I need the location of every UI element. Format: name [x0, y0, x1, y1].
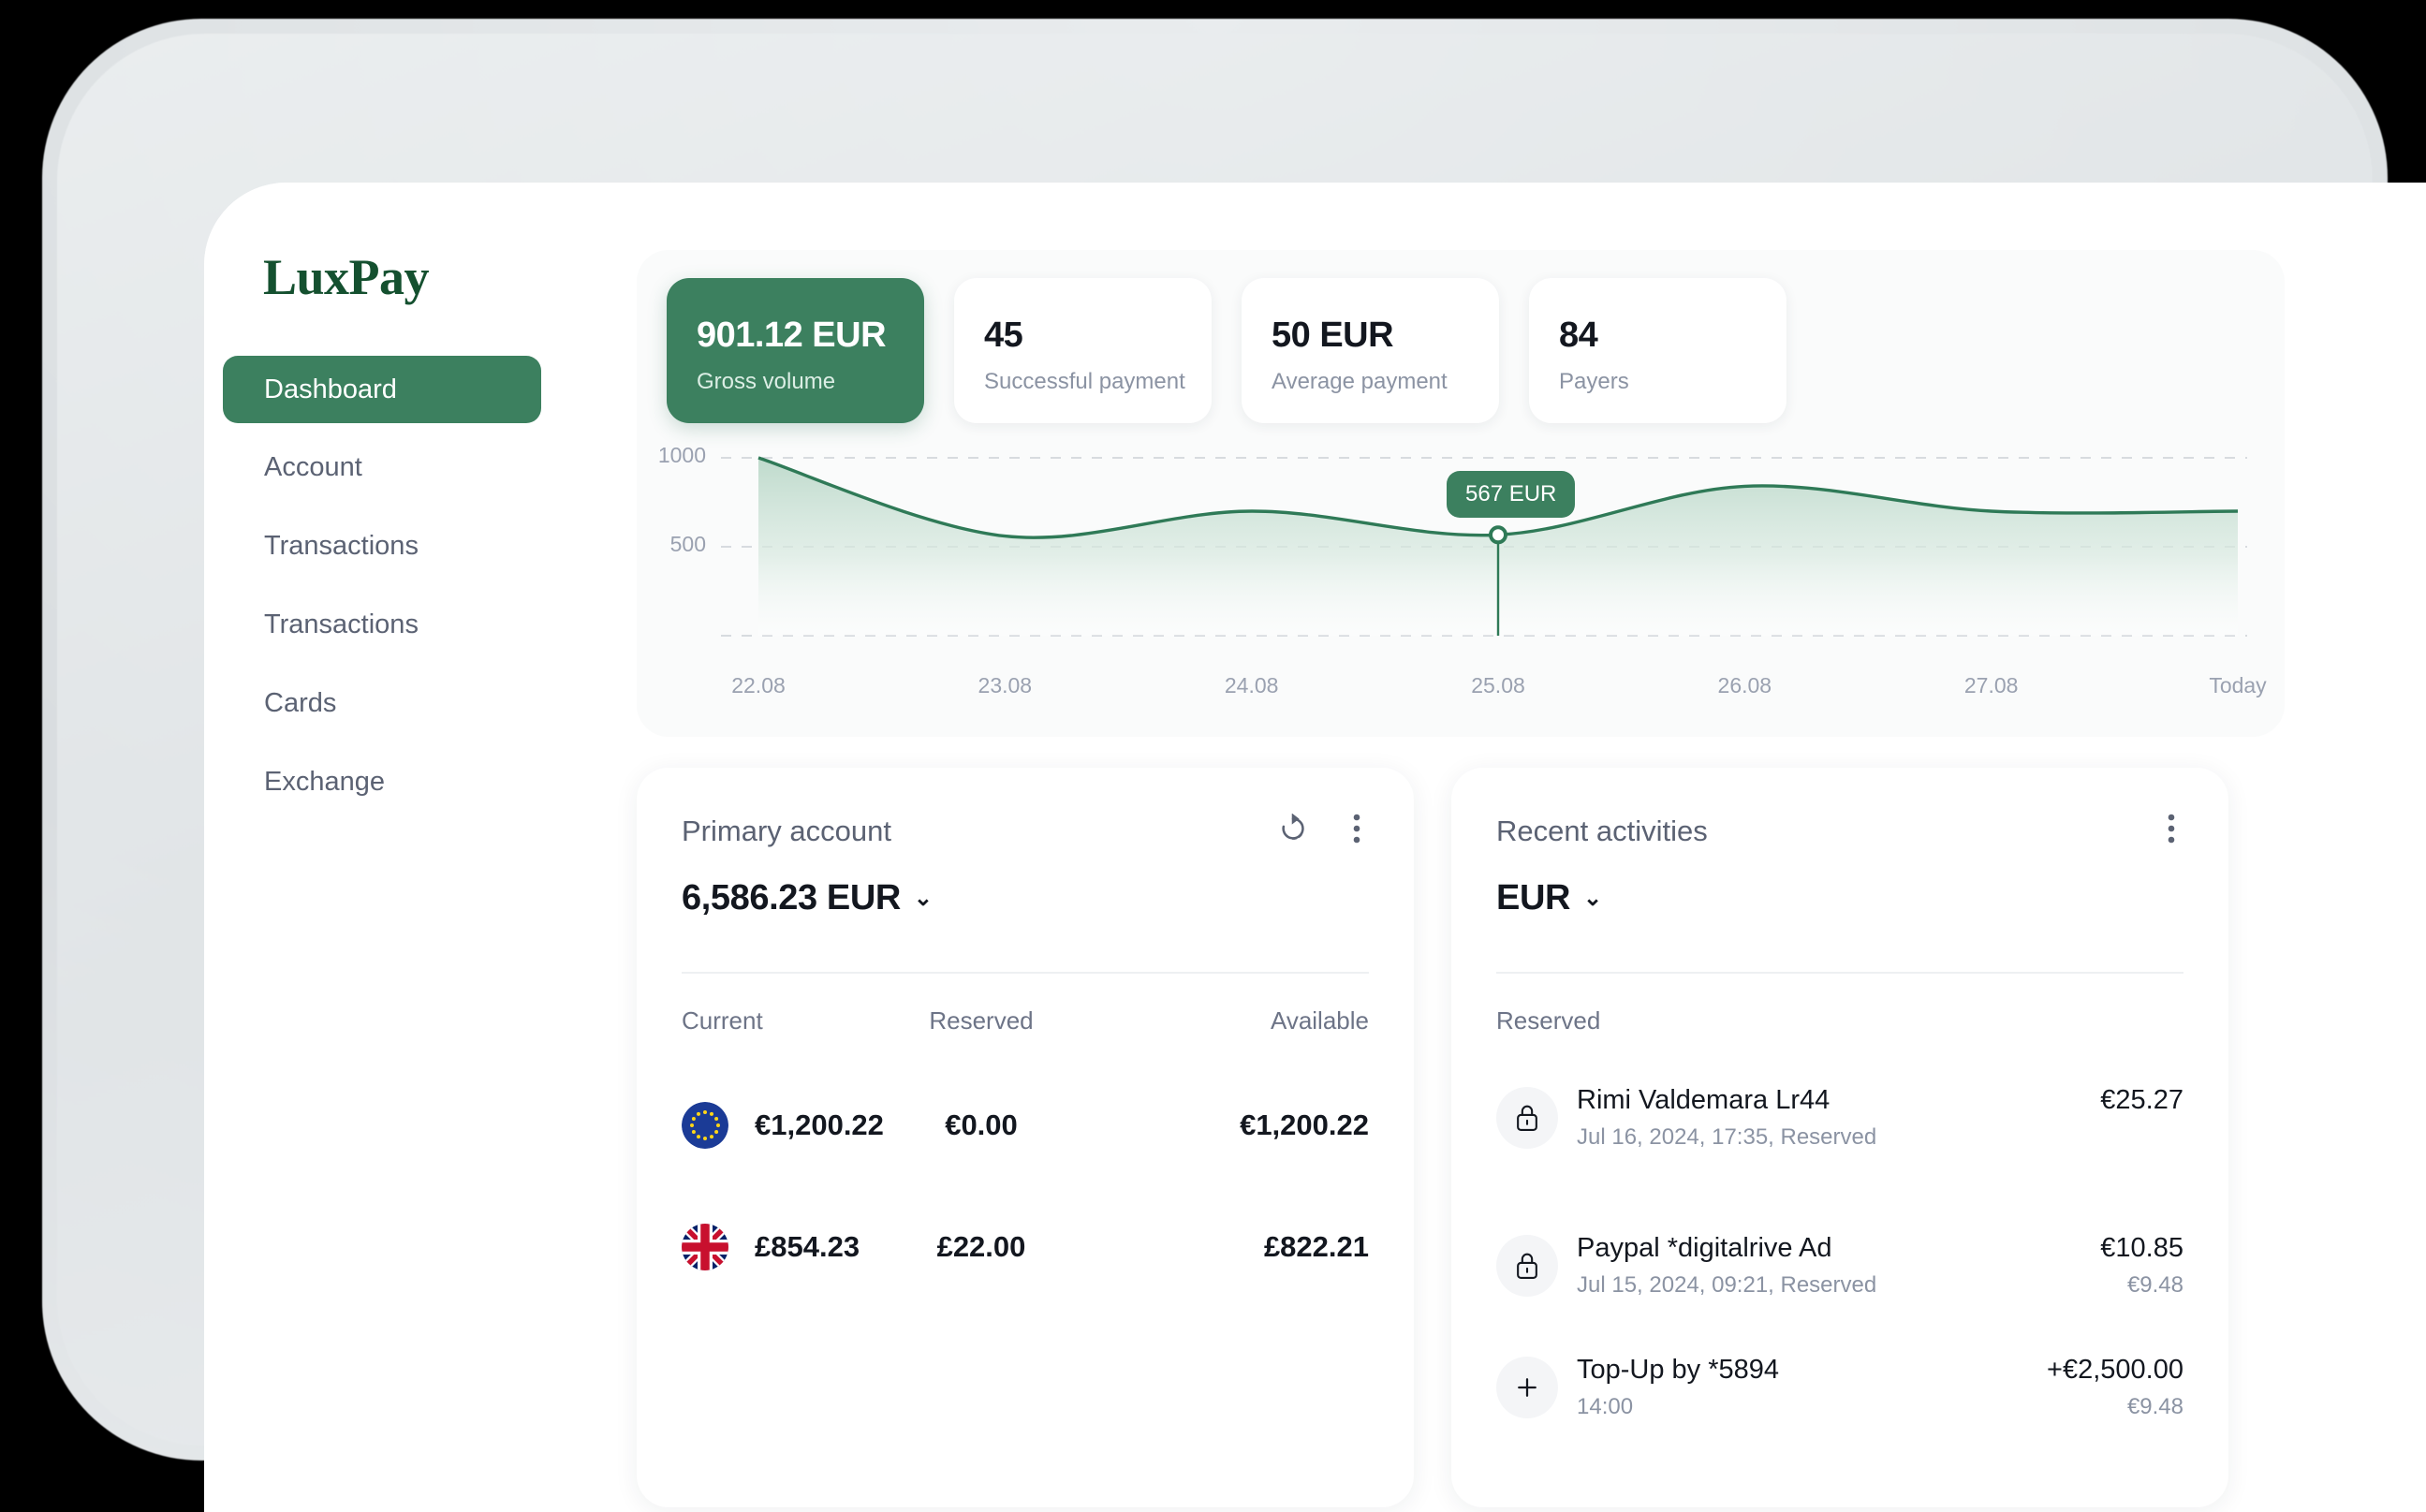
- sidebar-item-label: Cards: [264, 687, 337, 718]
- chart-x-tick: 26.08: [1717, 673, 1772, 697]
- chart-y-tick: 500: [669, 532, 706, 556]
- stat-value: 84: [1559, 316, 1598, 355]
- table-row[interactable]: £854.23 £22.00 £822.21: [682, 1217, 1369, 1277]
- activity-amount: €25.27: [2100, 1085, 2183, 1115]
- overview-panel: 901.12 EUR Gross volume 45 Successful pa…: [637, 250, 2285, 737]
- chart-tooltip: 567 EUR: [1447, 471, 1576, 519]
- stat-value: 901.12 EUR: [697, 316, 887, 355]
- chart-x-tick: 24.08: [1224, 673, 1279, 697]
- stat-card-average-payment[interactable]: 50 EUR Average payment: [1242, 278, 1499, 423]
- balance-current: £854.23: [755, 1230, 860, 1263]
- activity-title: Paypal *digitalrive Ad: [1577, 1233, 1832, 1263]
- stat-card-gross-volume[interactable]: 901.12 EUR Gross volume: [667, 278, 924, 423]
- divider: [1496, 972, 2183, 974]
- stat-value: 50 EUR: [1272, 316, 1394, 355]
- chart-x-tick: 27.08: [1963, 673, 2019, 697]
- sidebar-item-label: Account: [264, 451, 362, 482]
- card-actions: [1277, 813, 1373, 844]
- stat-label: Gross volume: [697, 369, 836, 394]
- sidebar: LuxPay Dashboard Account Transactions Tr…: [204, 183, 635, 1512]
- sidebar-item-label: Transactions: [264, 530, 419, 561]
- chart-x-tick: 25.08: [1471, 673, 1525, 697]
- sidebar-item-label: Dashboard: [264, 374, 397, 404]
- list-item[interactable]: Rimi Valdemara Lr44 Jul 16, 2024, 17:35,…: [1496, 1081, 2183, 1171]
- plus-icon: [1496, 1357, 1558, 1418]
- primary-account-balance-value: 6,586.23 EUR: [682, 878, 901, 917]
- activity-amount: +€2,500.00: [2047, 1355, 2183, 1385]
- list-item[interactable]: Paypal *digitalrive Ad Jul 15, 2024, 09:…: [1496, 1229, 2183, 1319]
- chart-y-tick: 1000: [657, 443, 706, 467]
- list-item[interactable]: Top-Up by *5894 14:00 +€2,500.00 €9.48: [1496, 1351, 2183, 1441]
- refresh-icon[interactable]: [1277, 813, 1309, 844]
- primary-account-balance[interactable]: 6,586.23 EUR ⌄: [682, 878, 933, 918]
- card-title: Primary account: [682, 815, 891, 847]
- app-surface: LuxPay Dashboard Account Transactions Tr…: [204, 183, 2426, 1512]
- chevron-down-icon: ⌄: [913, 885, 933, 911]
- activity-subtitle: 14:00: [1577, 1394, 1634, 1419]
- brand-logo: LuxPay: [263, 249, 430, 305]
- sidebar-item-exchange[interactable]: Exchange: [223, 748, 541, 815]
- sidebar-item-cards[interactable]: Cards: [223, 669, 541, 737]
- balance-available: £822.21: [1263, 1230, 1369, 1263]
- more-options-icon[interactable]: [1341, 813, 1373, 844]
- stat-card-successful-payment[interactable]: 45 Successful payment: [954, 278, 1212, 423]
- sidebar-item-label: Exchange: [264, 766, 385, 797]
- table-row[interactable]: €1,200.22 €0.00 €1,200.22: [682, 1095, 1369, 1155]
- gb-flag-icon: [682, 1224, 728, 1270]
- sidebar-item-transactions[interactable]: Transactions: [223, 512, 541, 580]
- column-header-current: Current: [682, 1006, 763, 1035]
- column-header-reserved: Reserved: [929, 1006, 1034, 1035]
- stat-label: Average payment: [1272, 369, 1448, 394]
- activity-subtitle: Jul 15, 2024, 09:21, Reserved: [1577, 1272, 1877, 1298]
- activities-currency-selector[interactable]: EUR ⌄: [1496, 878, 1602, 918]
- stat-cards: 901.12 EUR Gross volume 45 Successful pa…: [667, 278, 1786, 423]
- card-title: Recent activities: [1496, 815, 1708, 847]
- divider: [682, 972, 1369, 974]
- lock-icon: [1496, 1087, 1558, 1149]
- volume-area-chart[interactable]: 567 EUR 1000 500 22.08 23.08 24.08 25.08 26.08…: [637, 437, 2285, 727]
- chart-x-tick: 22.08: [731, 673, 786, 697]
- chart-x-tick: Today: [2209, 673, 2267, 697]
- sidebar-item-dashboard[interactable]: Dashboard: [223, 356, 541, 423]
- recent-activities-card: Recent activities EUR ⌄ Reserved Rimi Va…: [1451, 768, 2228, 1507]
- column-header-available: Available: [1270, 1006, 1369, 1035]
- lock-icon: [1496, 1235, 1558, 1297]
- balance-reserved: £22.00: [936, 1230, 1026, 1263]
- sidebar-item-transactions-2[interactable]: Transactions: [223, 591, 541, 658]
- chevron-down-icon: ⌄: [1583, 885, 1602, 911]
- activity-title: Rimi Valdemara Lr44: [1577, 1085, 1831, 1115]
- eu-flag-icon: [682, 1102, 728, 1149]
- activity-amount: €10.85: [2100, 1233, 2183, 1263]
- activity-title: Top-Up by *5894: [1577, 1355, 1780, 1385]
- activity-secondary-amount: €9.48: [2126, 1394, 2183, 1419]
- sidebar-item-account[interactable]: Account: [223, 433, 541, 501]
- chart-x-tick: 23.08: [978, 673, 1033, 697]
- activity-secondary-amount: €9.48: [2126, 1272, 2183, 1298]
- section-label-reserved: Reserved: [1496, 1006, 1601, 1035]
- stat-label: Successful payment: [984, 369, 1185, 394]
- primary-account-card: Primary account 6,586.23 EUR ⌄ Current R…: [637, 768, 1414, 1507]
- activity-subtitle: Jul 16, 2024, 17:35, Reserved: [1577, 1124, 1877, 1150]
- balance-reserved: €0.00: [945, 1108, 1018, 1141]
- activities-currency-value: EUR: [1496, 878, 1571, 917]
- balance-available: €1,200.22: [1240, 1108, 1369, 1141]
- stat-value: 45: [984, 316, 1023, 355]
- card-actions: [2155, 813, 2187, 844]
- sidebar-item-label: Transactions: [264, 609, 419, 639]
- more-options-icon[interactable]: [2155, 813, 2187, 844]
- stat-card-payers[interactable]: 84 Payers: [1529, 278, 1786, 423]
- stat-label: Payers: [1559, 369, 1629, 394]
